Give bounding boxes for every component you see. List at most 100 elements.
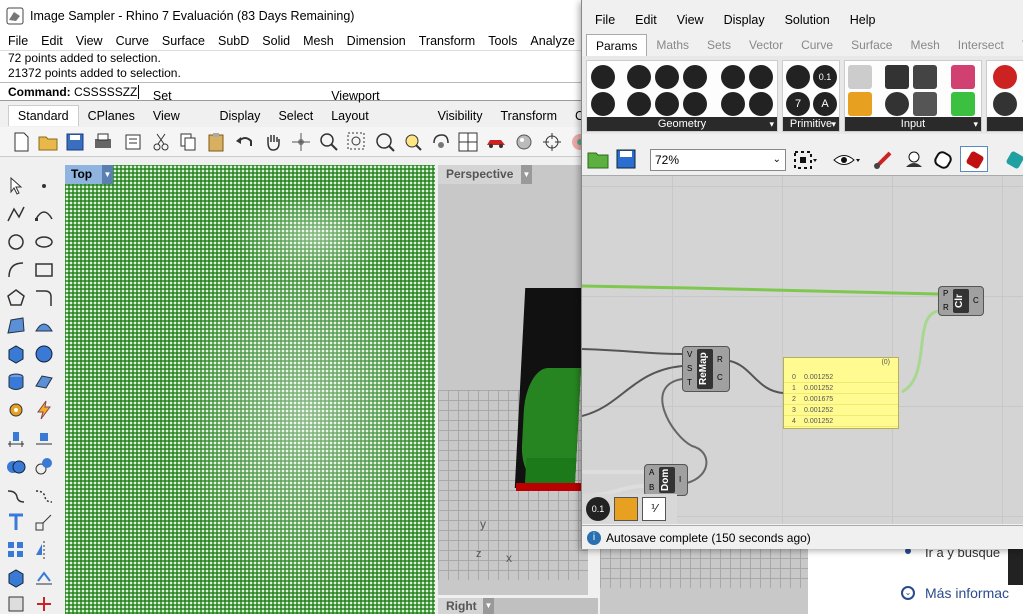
point-icon[interactable]	[33, 175, 55, 197]
param-point-icon[interactable]	[591, 65, 615, 89]
gh-tab-maths[interactable]: Maths	[647, 34, 698, 56]
curve-cv-icon[interactable]	[33, 203, 55, 225]
gh-tab-curve[interactable]: Curve	[792, 34, 842, 56]
viewport-right-label[interactable]: Right ▼	[438, 598, 494, 614]
tab-display[interactable]: Display	[210, 106, 269, 126]
cherry-icon[interactable]	[993, 65, 1017, 89]
materials-icon[interactable]	[513, 131, 535, 153]
menu-view[interactable]: View	[68, 32, 108, 50]
input-port-t[interactable]: T	[687, 378, 692, 387]
rectangle-icon[interactable]	[33, 259, 55, 281]
menu-subd[interactable]: SubD	[210, 32, 254, 50]
layer-icon[interactable]	[5, 593, 27, 614]
polyline-icon[interactable]	[5, 203, 27, 225]
tab-cplanes[interactable]: CPlanes	[79, 106, 144, 126]
gh-panel[interactable]: (0) 0 0.001252 1 0.001252 2 0.001675 3 0.001…	[783, 357, 899, 429]
input-port-b[interactable]: B	[649, 483, 654, 492]
input-port-r[interactable]: R	[943, 303, 949, 312]
cut-icon[interactable]	[150, 131, 172, 153]
param-group-icon[interactable]	[749, 92, 773, 116]
param-geometry-icon[interactable]	[721, 92, 745, 116]
gh-tab-mesh[interactable]: Mesh	[901, 34, 948, 56]
output-port-i[interactable]: I	[679, 475, 681, 484]
tree-icon[interactable]	[993, 92, 1017, 116]
snap-icon[interactable]	[541, 131, 563, 153]
gh-tab-params[interactable]: Params	[586, 34, 648, 56]
graph-widget-icon[interactable]	[614, 497, 638, 521]
arc-icon[interactable]	[5, 259, 27, 281]
cylinder-icon[interactable]	[5, 371, 27, 393]
input-slider-icon[interactable]	[913, 65, 937, 89]
box-solid-icon[interactable]	[5, 343, 27, 365]
gh-tab-intersect[interactable]: Intersect	[949, 34, 1013, 56]
menu-file[interactable]: File	[0, 32, 33, 50]
save-icon[interactable]	[64, 131, 86, 153]
param-vector-icon[interactable]	[591, 92, 615, 116]
save-icon[interactable]	[615, 148, 637, 170]
menu-curve[interactable]: Curve	[108, 32, 154, 50]
boolean-union-icon[interactable]	[5, 455, 27, 477]
menu-dimension[interactable]: Dimension	[339, 32, 411, 50]
chevron-down-icon[interactable]: ▼	[102, 165, 113, 184]
menu-transform[interactable]: Transform	[411, 32, 481, 50]
viewport-perspective[interactable]: y x z Perspective ▼	[438, 165, 588, 595]
surface-edge-icon[interactable]	[33, 315, 55, 337]
gh-menu-help[interactable]: Help	[837, 8, 883, 32]
param-curve-icon[interactable]	[655, 65, 679, 89]
param-integer-icon[interactable]: 7	[786, 92, 810, 116]
brush-icon[interactable]	[872, 149, 896, 171]
tab-set-view[interactable]: Set View	[144, 86, 211, 126]
viewport-top[interactable]: Top ▼	[65, 165, 435, 614]
car-render-icon[interactable]	[485, 131, 507, 153]
boolean-split-icon[interactable]	[33, 455, 55, 477]
input-port-v[interactable]: V	[687, 350, 692, 359]
teal-gem-icon[interactable]	[1002, 149, 1023, 171]
param-brep-icon[interactable]	[683, 92, 707, 116]
properties-icon[interactable]	[122, 131, 144, 153]
number-widget-icon[interactable]: 0.1	[586, 497, 610, 521]
fraction-widget-icon[interactable]: ⅟	[642, 497, 666, 521]
gh-tab-vector[interactable]: Vector	[740, 34, 792, 56]
more-info-link[interactable]: Más informac	[925, 585, 1009, 601]
menu-solid[interactable]: Solid	[254, 32, 295, 50]
param-surface-icon[interactable]	[683, 65, 707, 89]
input-image-sampler-icon[interactable]	[951, 92, 975, 116]
menu-edit[interactable]: Edit	[33, 32, 68, 50]
tab-visibility[interactable]: Visibility	[429, 106, 492, 126]
param-text-icon[interactable]: A	[813, 92, 837, 116]
gh-tab-sets[interactable]: Sets	[698, 34, 740, 56]
param-number-icon[interactable]: 0.1	[813, 65, 837, 89]
gumball-icon[interactable]	[33, 593, 55, 614]
menu-tools[interactable]: Tools	[480, 32, 522, 50]
scale-icon[interactable]	[33, 511, 55, 533]
gh-tab-transform[interactable]: Trns	[1013, 34, 1023, 56]
blend-surface-icon[interactable]	[33, 483, 55, 505]
rotate-camera-icon[interactable]	[430, 131, 452, 153]
zoom-extents-icon[interactable]	[792, 149, 818, 171]
gh-canvas[interactable]: P R Clr C V S T ReMap R C (0) 0 0.001252 …	[582, 176, 1023, 524]
chevron-down-icon[interactable]: ▼	[483, 598, 494, 614]
open-folder-icon[interactable]	[37, 131, 59, 153]
expand-circle-icon[interactable]: ⌄	[901, 586, 915, 600]
sketch-icon[interactable]	[902, 149, 926, 171]
output-port-c[interactable]: C	[973, 296, 979, 305]
param-mesh-icon[interactable]	[749, 65, 773, 89]
rotate-view-icon[interactable]	[290, 131, 312, 153]
tab-select[interactable]: Select	[269, 106, 322, 126]
align-icon[interactable]	[33, 427, 55, 449]
output-port-c[interactable]: C	[717, 373, 723, 382]
menu-mesh[interactable]: Mesh	[295, 32, 339, 50]
input-download-icon[interactable]	[848, 65, 872, 89]
param-circle-icon[interactable]	[627, 65, 651, 89]
gear-icon[interactable]	[5, 399, 27, 421]
input-port-s[interactable]: S	[687, 364, 692, 373]
gh-component-remap[interactable]: V S T ReMap R C	[682, 346, 730, 392]
new-file-icon[interactable]	[10, 131, 32, 153]
wireframe-icon[interactable]	[932, 149, 956, 171]
param-box-icon[interactable]	[721, 65, 745, 89]
pan-hand-icon[interactable]	[262, 131, 284, 153]
input-toggle-icon[interactable]	[885, 65, 909, 89]
input-port-a[interactable]: A	[649, 468, 654, 477]
surface-corner-icon[interactable]	[5, 315, 27, 337]
param-boolean-icon[interactable]	[786, 65, 810, 89]
